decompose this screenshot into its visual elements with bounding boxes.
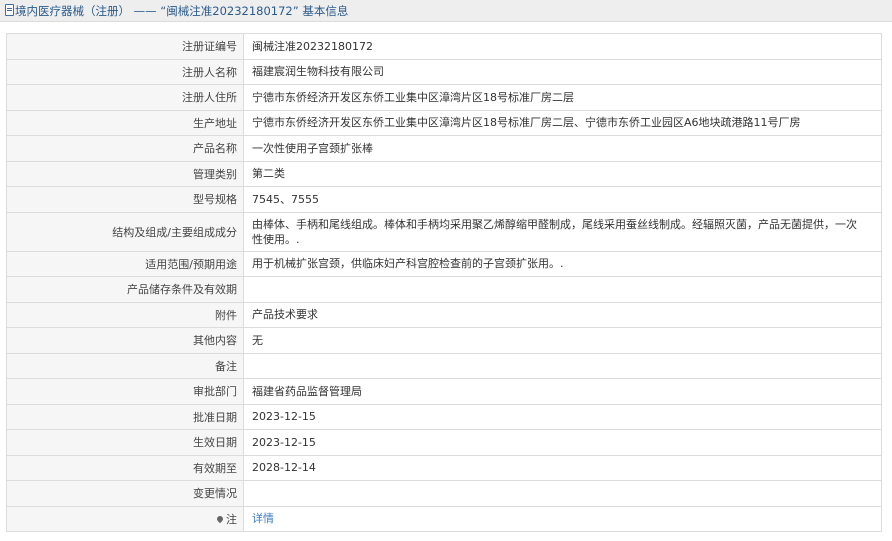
document-icon xyxy=(5,4,14,16)
details-link[interactable]: 详情 xyxy=(252,512,274,525)
table-row: 注册人住所 宁德市东侨经济开发区东侨工业集中区漳湾片区18号标准厂房二层 xyxy=(6,84,882,111)
table-row: 结构及组成/主要组成成分 由棒体、手柄和尾线组成。棒体和手柄均采用聚乙烯醇缩甲醛… xyxy=(6,211,882,252)
registration-info-table: 注册证编号 闽械注准20232180172 注册人名称 福建宸润生物科技有限公司… xyxy=(6,33,882,532)
row-value: 2023-12-15 xyxy=(243,403,882,430)
row-value: 福建省药品监督管理局 xyxy=(243,378,882,405)
row-label: 产品名称 xyxy=(6,135,244,162)
row-value: 福建宸润生物科技有限公司 xyxy=(243,58,882,85)
row-label: 生效日期 xyxy=(6,429,244,456)
row-label: 生产地址 xyxy=(6,109,244,136)
table-row: 生产地址 宁德市东侨经济开发区东侨工业集中区漳湾片区18号标准厂房二层、宁德市东… xyxy=(6,109,882,136)
row-label: 适用范围/预期用途 xyxy=(6,250,244,277)
row-value: 一次性使用子宫颈扩张棒 xyxy=(243,135,882,162)
row-label: 有效期至 xyxy=(6,454,244,481)
row-label: 备注 xyxy=(6,352,244,379)
table-row: 型号规格 7545、7555 xyxy=(6,186,882,213)
table-row: 变更情况 xyxy=(6,480,882,507)
table-row: 其他内容 无 xyxy=(6,327,882,354)
pin-icon xyxy=(215,514,225,523)
row-value: 宁德市东侨经济开发区东侨工业集中区漳湾片区18号标准厂房二层 xyxy=(243,84,882,111)
row-value: 用于机械扩张宫颈，供临床妇产科宫腔检查前的子宫颈扩张用。. xyxy=(243,250,882,277)
table-row: 注册人名称 福建宸润生物科技有限公司 xyxy=(6,58,882,85)
row-value: 由棒体、手柄和尾线组成。棒体和手柄均采用聚乙烯醇缩甲醛制成，尾线采用蚕丝线制成。… xyxy=(243,211,882,252)
row-label: 产品储存条件及有效期 xyxy=(6,276,244,303)
note-label-cell: 注 xyxy=(6,505,244,532)
page-header: 境内医疗器械（注册） —— “闽械注准20232180172” 基本信息 xyxy=(0,0,892,22)
row-value: 2028-12-14 xyxy=(243,454,882,481)
row-label: 注册人名称 xyxy=(6,58,244,85)
page-title: 境内医疗器械（注册） —— “闽械注准20232180172” 基本信息 xyxy=(15,4,349,18)
row-value: 7545、7555 xyxy=(243,186,882,213)
table-row: 产品名称 一次性使用子宫颈扩张棒 xyxy=(6,135,882,162)
row-value: 第二类 xyxy=(243,160,882,187)
row-value: 宁德市东侨经济开发区东侨工业集中区漳湾片区18号标准厂房二层、宁德市东侨工业园区… xyxy=(243,109,882,136)
row-label: 其他内容 xyxy=(6,327,244,354)
row-label: 注 xyxy=(226,512,237,526)
row-value: 详情 xyxy=(243,505,882,532)
table-row: 备注 xyxy=(6,352,882,379)
row-label: 审批部门 xyxy=(6,378,244,405)
row-value xyxy=(243,480,882,507)
row-label: 结构及组成/主要组成成分 xyxy=(6,211,244,252)
table-row: 管理类别 第二类 xyxy=(6,160,882,187)
row-value: 2023-12-15 xyxy=(243,429,882,456)
table-row: 产品储存条件及有效期 xyxy=(6,276,882,303)
row-value: 闽械注准20232180172 xyxy=(243,33,882,60)
row-label: 注册人住所 xyxy=(6,84,244,111)
row-label: 变更情况 xyxy=(6,480,244,507)
row-value: 无 xyxy=(243,327,882,354)
table-row: 生效日期 2023-12-15 xyxy=(6,429,882,456)
table-row: 有效期至 2028-12-14 xyxy=(6,454,882,481)
row-label: 管理类别 xyxy=(6,160,244,187)
row-label: 附件 xyxy=(6,301,244,328)
row-value xyxy=(243,276,882,303)
table-row: 批准日期 2023-12-15 xyxy=(6,403,882,430)
table-row: 注 详情 xyxy=(6,505,882,532)
table-row: 适用范围/预期用途 用于机械扩张宫颈，供临床妇产科宫腔检查前的子宫颈扩张用。. xyxy=(6,250,882,277)
row-label: 注册证编号 xyxy=(6,33,244,60)
row-label: 批准日期 xyxy=(6,403,244,430)
row-value: 产品技术要求 xyxy=(243,301,882,328)
table-row: 附件 产品技术要求 xyxy=(6,301,882,328)
row-label: 型号规格 xyxy=(6,186,244,213)
table-row: 审批部门 福建省药品监督管理局 xyxy=(6,378,882,405)
row-value xyxy=(243,352,882,379)
table-row: 注册证编号 闽械注准20232180172 xyxy=(6,33,882,60)
